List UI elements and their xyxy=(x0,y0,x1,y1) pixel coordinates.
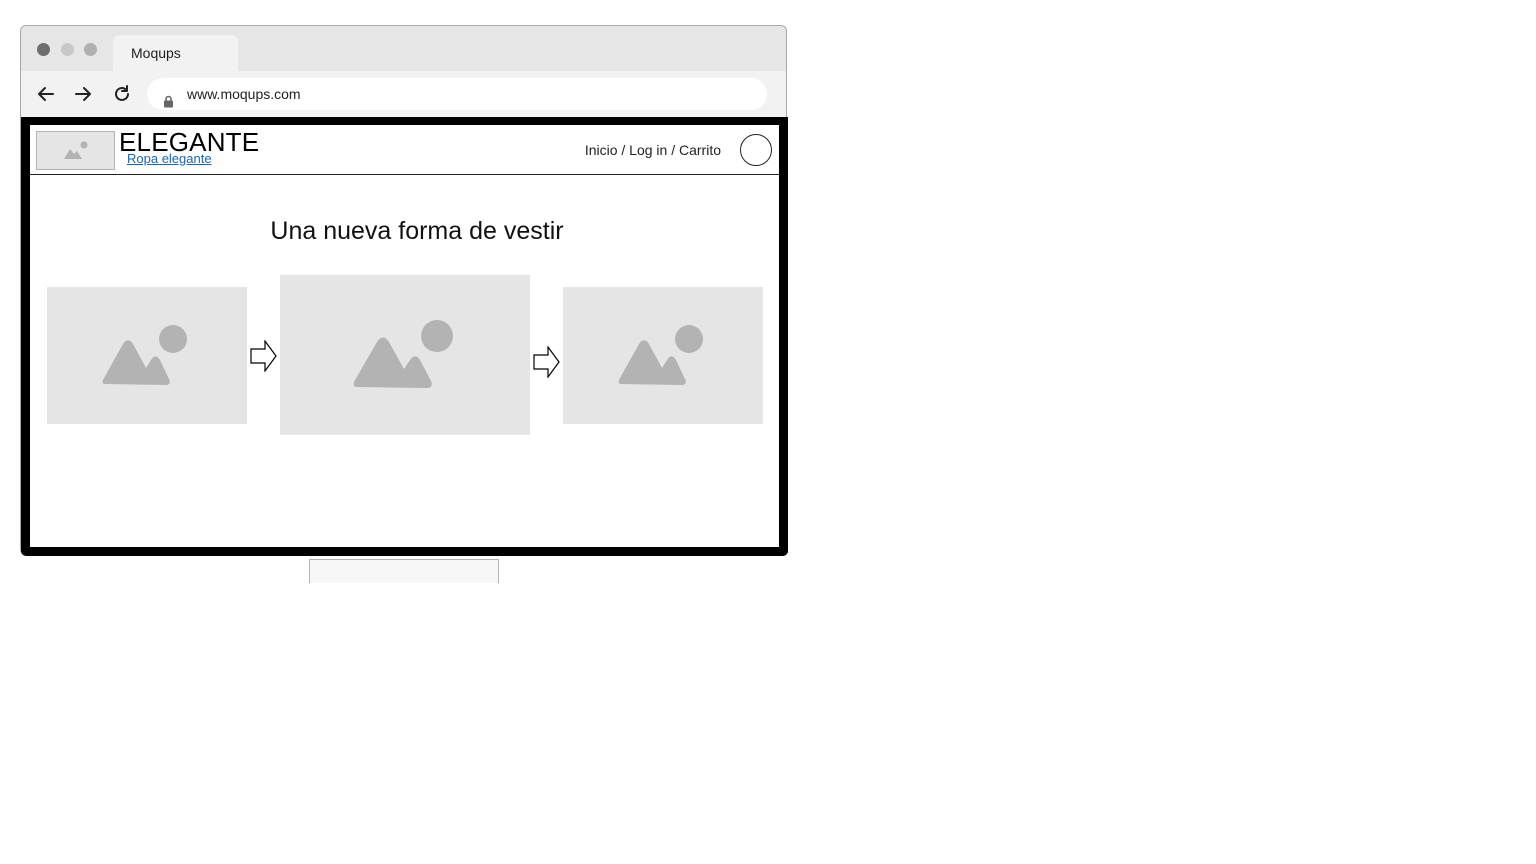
empty-tab-placeholder xyxy=(309,559,499,583)
header-divider xyxy=(30,174,779,175)
hero-title: Una nueva forma de vestir xyxy=(270,217,564,245)
browser-window: Moqups www.moqups.com ELEGANTE Ropa eleg… xyxy=(20,25,788,556)
url-text[interactable]: www.moqups.com xyxy=(187,78,301,110)
carousel-image-right[interactable] xyxy=(563,287,763,424)
logo-image-placeholder xyxy=(36,131,115,170)
user-avatar-icon[interactable] xyxy=(740,134,772,166)
carousel-image-left[interactable] xyxy=(47,287,247,424)
carousel-image-center[interactable] xyxy=(280,275,530,435)
minimize-window-dot[interactable] xyxy=(61,43,74,56)
image-placeholder-icon xyxy=(102,324,187,385)
carousel-next-arrow-icon[interactable] xyxy=(533,346,561,378)
tab-bar: Moqups xyxy=(21,26,786,71)
image-placeholder-icon xyxy=(64,141,88,159)
close-window-dot[interactable] xyxy=(37,43,50,56)
device-frame: ELEGANTE Ropa elegante Inicio / Log in /… xyxy=(21,117,788,556)
back-arrow-icon[interactable] xyxy=(35,83,57,105)
lock-icon xyxy=(163,87,174,119)
image-placeholder-icon xyxy=(353,320,453,388)
address-bar[interactable]: www.moqups.com xyxy=(147,78,767,110)
maximize-window-dot[interactable] xyxy=(84,43,97,56)
browser-tab[interactable]: Moqups xyxy=(113,35,238,71)
nav-links[interactable]: Inicio / Log in / Carrito xyxy=(585,142,721,158)
reload-icon[interactable] xyxy=(111,83,133,105)
forward-arrow-icon[interactable] xyxy=(72,83,94,105)
carousel-prev-arrow-icon[interactable] xyxy=(250,340,278,372)
brand-tagline-link[interactable]: Ropa elegante xyxy=(127,151,212,166)
web-page: ELEGANTE Ropa elegante Inicio / Log in /… xyxy=(30,125,779,547)
image-placeholder-icon xyxy=(618,324,703,385)
